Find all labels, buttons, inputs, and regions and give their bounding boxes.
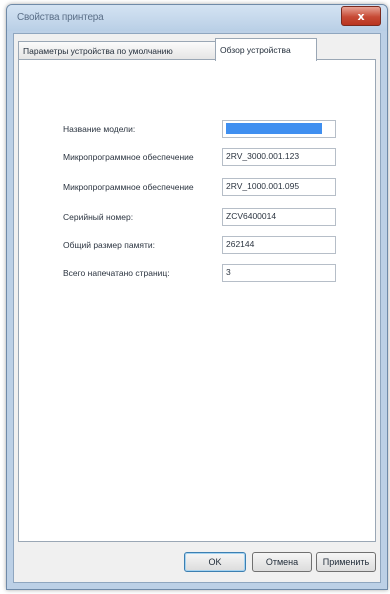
firmware-2-label: Микропрограммное обеспечение	[63, 182, 194, 192]
pages-printed-field[interactable]: 3	[222, 264, 336, 282]
tab-strip: Параметры устройства по умолчанию Обзор …	[18, 38, 376, 61]
tab-device-defaults[interactable]: Параметры устройства по умолчанию	[18, 41, 222, 60]
firmware-1-label: Микропрограммное обеспечение	[63, 152, 194, 162]
row-firmware-1: Микропрограммное обеспечение 2RV_3000.00…	[19, 148, 375, 168]
row-serial-number: Серийный номер: ZCV6400014	[19, 208, 375, 228]
tab-device-overview[interactable]: Обзор устройства	[215, 38, 317, 61]
title-bar[interactable]: Свойства принтера x	[7, 5, 387, 31]
close-icon: x	[357, 9, 365, 23]
row-firmware-2: Микропрограммное обеспечение 2RV_1000.00…	[19, 178, 375, 198]
pages-printed-label: Всего напечатано страниц:	[63, 268, 170, 278]
model-name-field[interactable]	[222, 120, 336, 138]
firmware-1-field[interactable]: 2RV_3000.001.123	[222, 148, 336, 166]
serial-number-field[interactable]: ZCV6400014	[222, 208, 336, 226]
cancel-button[interactable]: Отмена	[252, 552, 312, 572]
dialog-client-area: Параметры устройства по умолчанию Обзор …	[13, 33, 381, 583]
row-model-name: Название модели:	[19, 120, 375, 140]
device-overview-panel: Название модели: Микропрограммное обеспе…	[18, 59, 376, 542]
serial-number-label: Серийный номер:	[63, 212, 134, 222]
ok-button[interactable]: OK	[184, 552, 246, 572]
window-title: Свойства принтера	[17, 12, 104, 23]
tab-label: Обзор устройства	[220, 45, 291, 55]
model-name-label: Название модели:	[63, 124, 136, 134]
total-memory-label: Общий размер памяти:	[63, 240, 156, 250]
selected-text-highlight	[226, 123, 322, 135]
tab-label: Параметры устройства по умолчанию	[23, 46, 173, 56]
row-total-memory: Общий размер памяти: 262144	[19, 236, 375, 256]
apply-button[interactable]: Применить	[316, 552, 376, 572]
printer-properties-window: Свойства принтера x Параметры устройства…	[6, 4, 388, 590]
row-pages-printed: Всего напечатано страниц: 3	[19, 264, 375, 284]
dialog-buttons: OK Отмена Применить	[18, 552, 376, 574]
close-button[interactable]: x	[341, 6, 381, 26]
firmware-2-field[interactable]: 2RV_1000.001.095	[222, 178, 336, 196]
total-memory-field[interactable]: 262144	[222, 236, 336, 254]
